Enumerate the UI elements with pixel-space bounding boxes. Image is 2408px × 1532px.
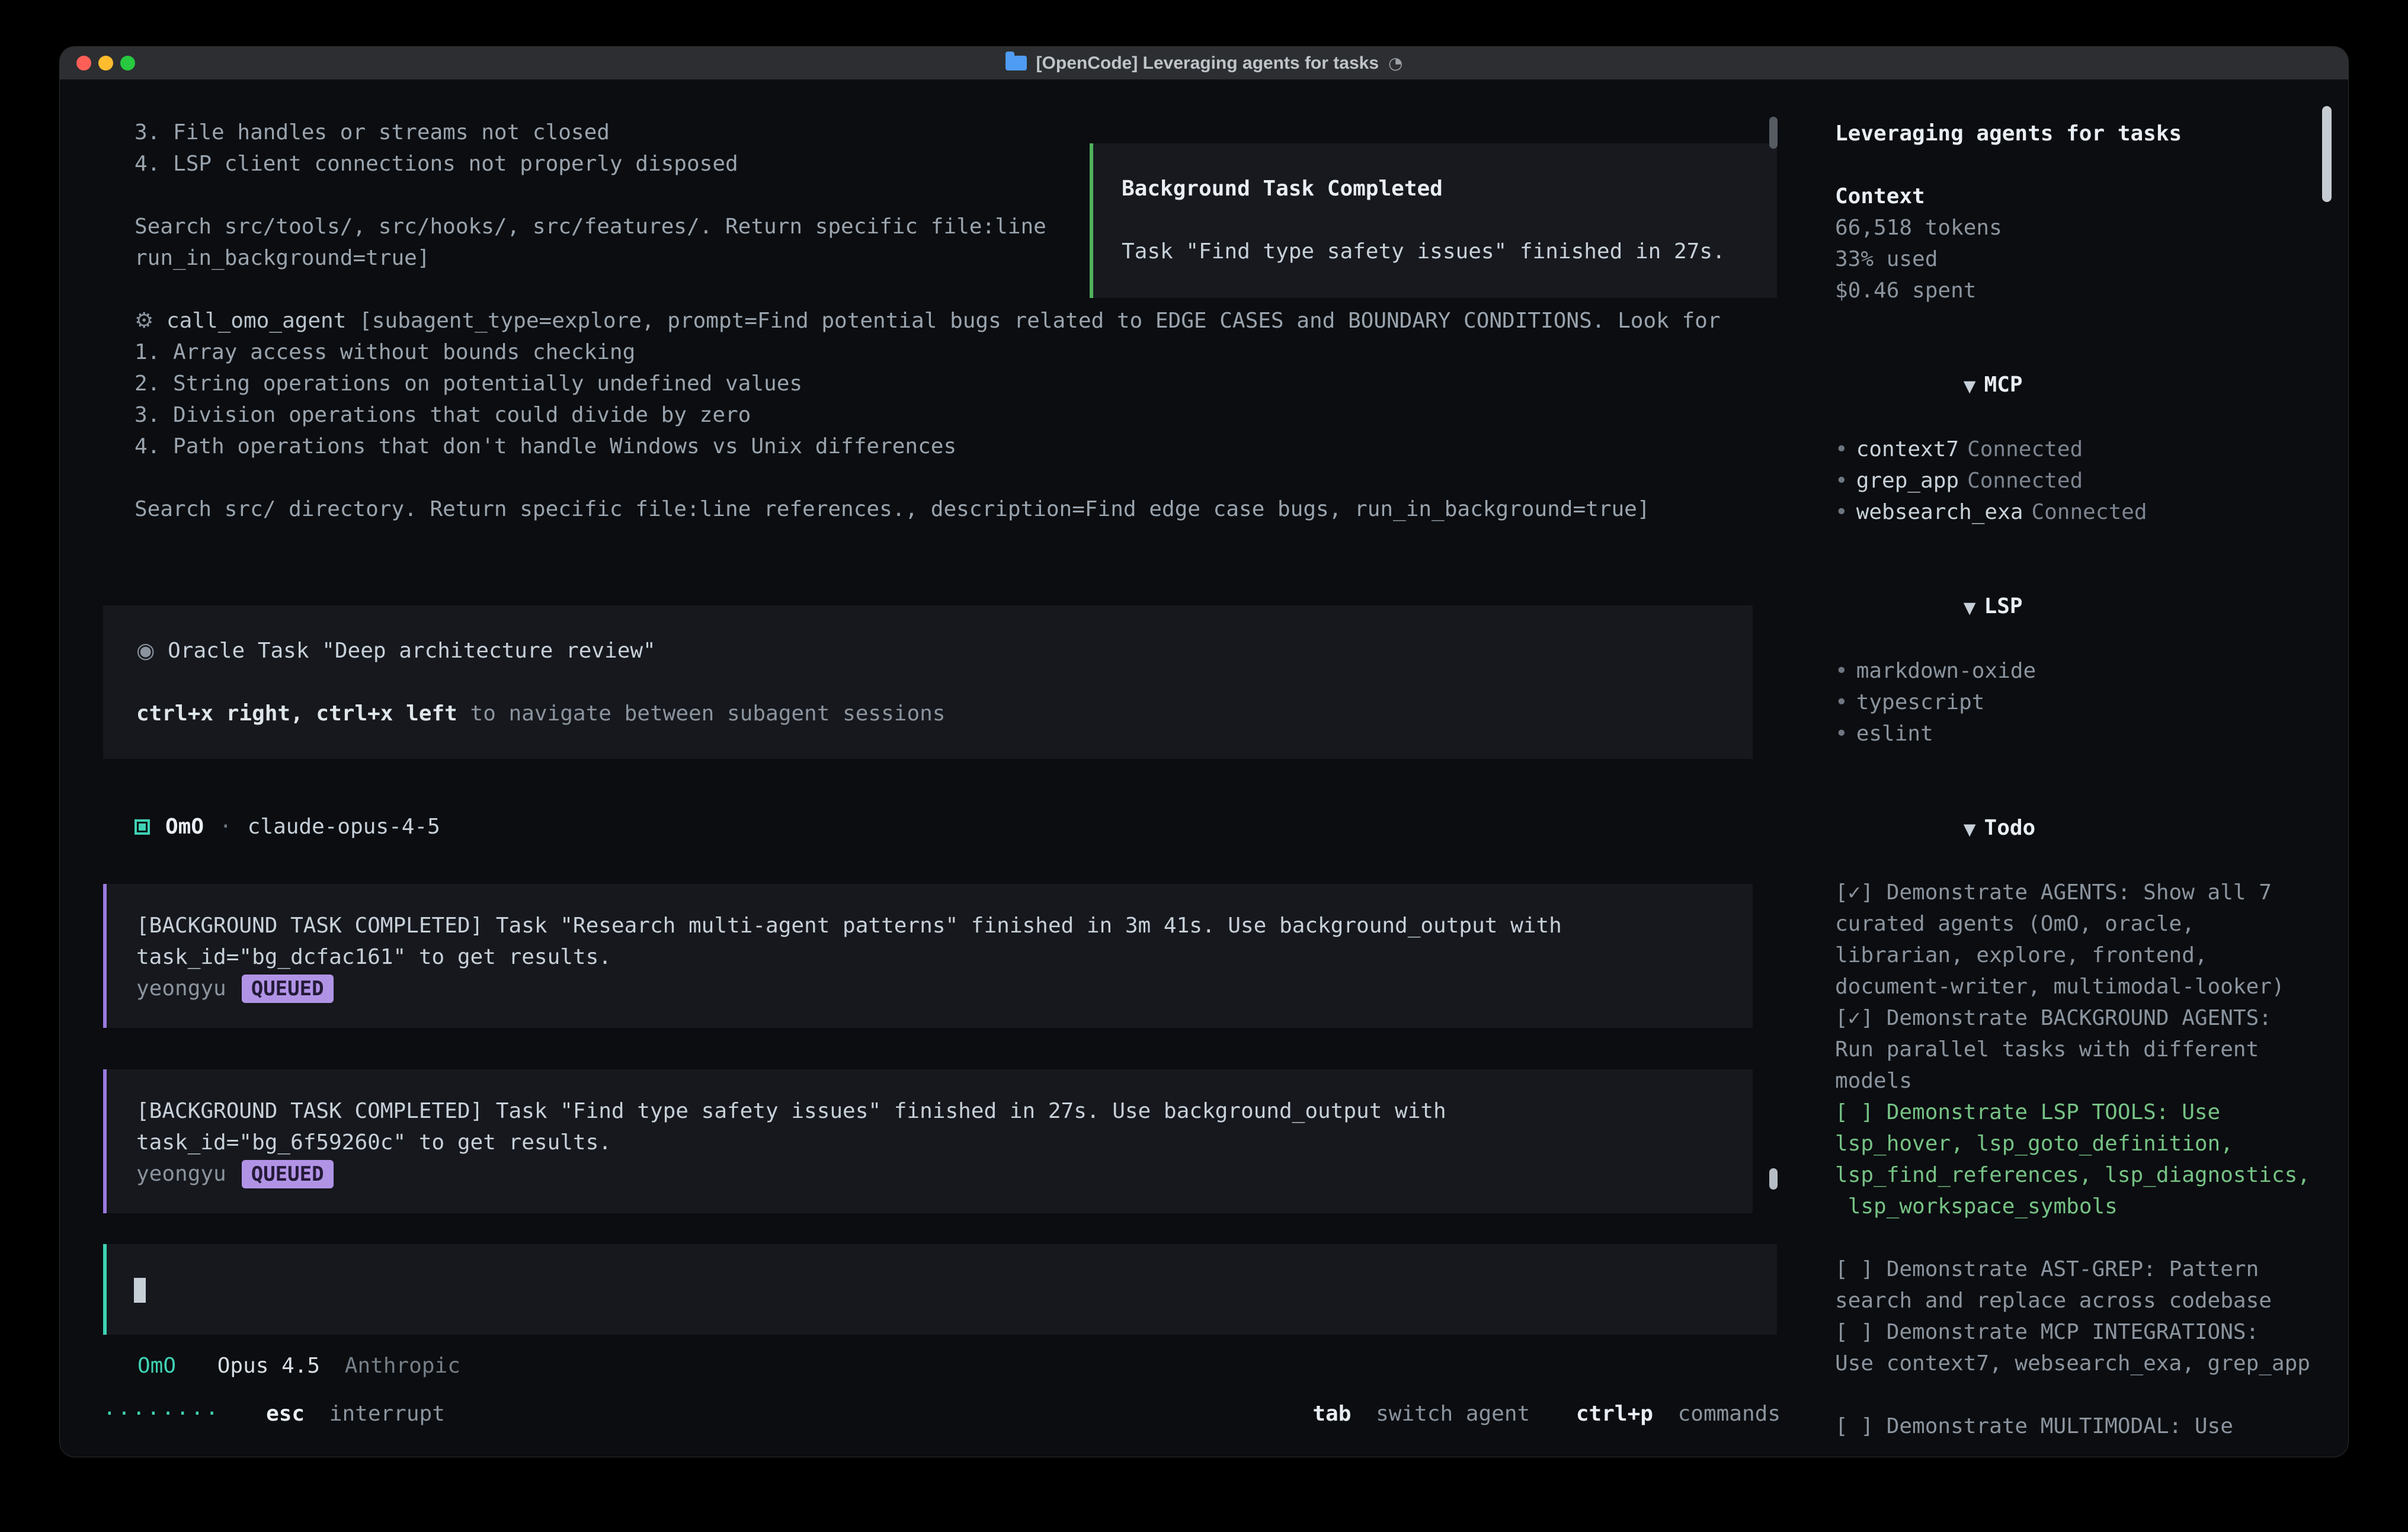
todo-item: [ ] Demonstrate LSP TOOLS: Use lsp_hover… — [1835, 1097, 2317, 1222]
message-text: task_id="bg_dcfac161" to get results. — [136, 941, 1719, 973]
provider-label: Anthropic — [345, 1354, 460, 1378]
lsp-list: •markdown-oxide•typescript•eslint — [1835, 655, 2317, 749]
spinner-dots: ········ — [103, 1402, 220, 1426]
zoom-button[interactable] — [120, 56, 135, 70]
session-progress-icon: ◔ — [1388, 53, 1402, 73]
sidebar-scrollbar[interactable] — [2322, 106, 2332, 1409]
commands-key-hint: ctrl+p — [1576, 1402, 1653, 1426]
terminal-line: 3. Division operations that could divide… — [135, 399, 1753, 431]
message-card: [BACKGROUND TASK COMPLETED] Task "Find t… — [103, 1069, 1753, 1213]
esc-key-label: interrupt — [329, 1402, 445, 1426]
context-tokens: 66,518 tokens — [1835, 212, 2317, 243]
folder-icon — [1006, 56, 1027, 70]
desktop: [OpenCode] Leveraging agents for tasks ◔… — [0, 0, 2408, 1532]
chevron-down-icon: ▼ — [1964, 821, 1976, 839]
terminal-line: 2. String operations on potentially unde… — [135, 368, 1753, 399]
terminal-line — [135, 462, 1753, 493]
mcp-server-item: •context7Connected — [1835, 434, 2317, 465]
active-model-label: Opus 4.5 — [217, 1354, 320, 1378]
separator-dot: · — [219, 811, 232, 842]
todo-section-header[interactable]: ▼Todo — [1835, 781, 2317, 877]
session-title: Leveraging agents for tasks — [1835, 118, 2317, 149]
context-heading: Context — [1835, 181, 2317, 212]
terminal-line: 1. Array access without bounds checking — [135, 336, 1753, 368]
window-controls — [76, 47, 135, 79]
todo-item: [✓] Demonstrate BACKGROUND AGENTS: Run p… — [1835, 1002, 2317, 1097]
toast-title: Background Task Completed — [1122, 173, 1751, 204]
mcp-server-item: •grep_appConnected — [1835, 465, 2317, 496]
active-agent-label: OmO — [137, 1354, 176, 1378]
tool-call-name: call_omo_agent — [166, 309, 346, 333]
minimize-button[interactable] — [98, 56, 113, 70]
status-bar: ········ esc interrupt tab switch agent … — [60, 1382, 1810, 1457]
agent-name: OmO — [165, 811, 204, 842]
scrollbar-thumb[interactable] — [1769, 1168, 1778, 1190]
commands-key-label: commands — [1678, 1402, 1781, 1426]
todo-list: [✓] Demonstrate AGENTS: Show all 7 curat… — [1835, 877, 2317, 1442]
model-info-line: OmO Opus 4.5 Anthropic — [137, 1350, 1810, 1382]
oracle-task-title: Oracle Task "Deep architecture review" — [168, 639, 656, 663]
record-icon: ◉ — [136, 639, 155, 663]
close-button[interactable] — [76, 56, 91, 70]
tool-call-lines: 1. Array access without bounds checking2… — [135, 336, 1753, 525]
chevron-down-icon: ▼ — [1964, 599, 1976, 617]
mcp-section-header[interactable]: ▼MCP — [1835, 338, 2317, 434]
todo-item: [ ] Demonstrate AST-GREP: Pattern search… — [1835, 1254, 2317, 1316]
mcp-server-item: •websearch_exaConnected — [1835, 496, 2317, 528]
agent-icon — [135, 819, 150, 835]
oracle-navigation-hint: ctrl+x right, ctrl+x left to navigate be… — [136, 698, 1719, 729]
agent-model: claude-opus-4-5 — [248, 811, 440, 842]
context-spent: $0.46 spent — [1835, 275, 2317, 306]
terminal-main-pane: 3. File handles or streams not closed4. … — [60, 80, 1810, 1457]
prompt-input[interactable] — [103, 1244, 1777, 1335]
message-text: [BACKGROUND TASK COMPLETED] Task "Resear… — [136, 910, 1719, 941]
lsp-server-item: •markdown-oxide — [1835, 655, 2317, 687]
message-text: [BACKGROUND TASK COMPLETED] Task "Find t… — [136, 1095, 1719, 1127]
terminal-line: 4. Path operations that don't handle Win… — [135, 431, 1753, 462]
mcp-list: •context7Connected•grep_appConnected•web… — [1835, 434, 2317, 528]
chevron-down-icon: ▼ — [1964, 377, 1976, 396]
tab-key-hint: tab — [1312, 1402, 1351, 1426]
context-used: 33% used — [1835, 243, 2317, 275]
notification-toast: Background Task Completed Task "Find typ… — [1090, 143, 1777, 298]
toast-body: Task "Find type safety issues" finished … — [1122, 236, 1751, 267]
message-text: task_id="bg_6f59260c" to get results. — [136, 1127, 1719, 1158]
scrollbar-thumb[interactable] — [1769, 117, 1778, 149]
lsp-server-item: •eslint — [1835, 718, 2317, 749]
esc-key-hint: esc — [266, 1402, 305, 1426]
text-cursor — [134, 1278, 146, 1303]
window-title: [OpenCode] Leveraging agents for tasks ◔ — [1006, 53, 1403, 73]
sidebar: Leveraging agents for tasks Context 66,5… — [1810, 80, 2348, 1457]
message-author: yeongyu — [136, 1158, 226, 1190]
tool-call-args: [subagent_type=explore, prompt=Find pote… — [346, 309, 1720, 333]
terminal-window: [OpenCode] Leveraging agents for tasks ◔… — [59, 46, 2349, 1457]
titlebar: [OpenCode] Leveraging agents for tasks ◔ — [60, 47, 2348, 80]
lsp-section-header[interactable]: ▼LSP — [1835, 559, 2317, 655]
lsp-server-item: •typescript — [1835, 687, 2317, 718]
todo-item: [ ] Demonstrate MCP INTEGRATIONS: Use co… — [1835, 1316, 2317, 1379]
oracle-task-panel: ◉ Oracle Task "Deep architecture review"… — [103, 605, 1753, 759]
gear-icon: ⚙ — [135, 309, 153, 333]
status-badge: QUEUED — [242, 1160, 334, 1188]
tool-call-header: ⚙ call_omo_agent [subagent_type=explore,… — [135, 305, 1753, 336]
todo-item: [ ] Demonstrate MULTIMODAL: Use — [1835, 1411, 2317, 1442]
message-author: yeongyu — [136, 973, 226, 1004]
main-scrollbar[interactable] — [1769, 80, 1778, 1457]
terminal-line: Search src/ directory. Return specific f… — [135, 493, 1753, 525]
scrollbar-thumb[interactable] — [2322, 106, 2332, 202]
todo-item: [✓] Demonstrate AGENTS: Show all 7 curat… — [1835, 877, 2317, 1002]
status-badge: QUEUED — [242, 975, 334, 1003]
agent-session-header: OmO · claude-opus-4-5 — [135, 811, 1753, 842]
window-title-text: [OpenCode] Leveraging agents for tasks — [1036, 53, 1379, 73]
message-card: [BACKGROUND TASK COMPLETED] Task "Resear… — [103, 884, 1753, 1028]
tab-key-label: switch agent — [1376, 1402, 1530, 1426]
